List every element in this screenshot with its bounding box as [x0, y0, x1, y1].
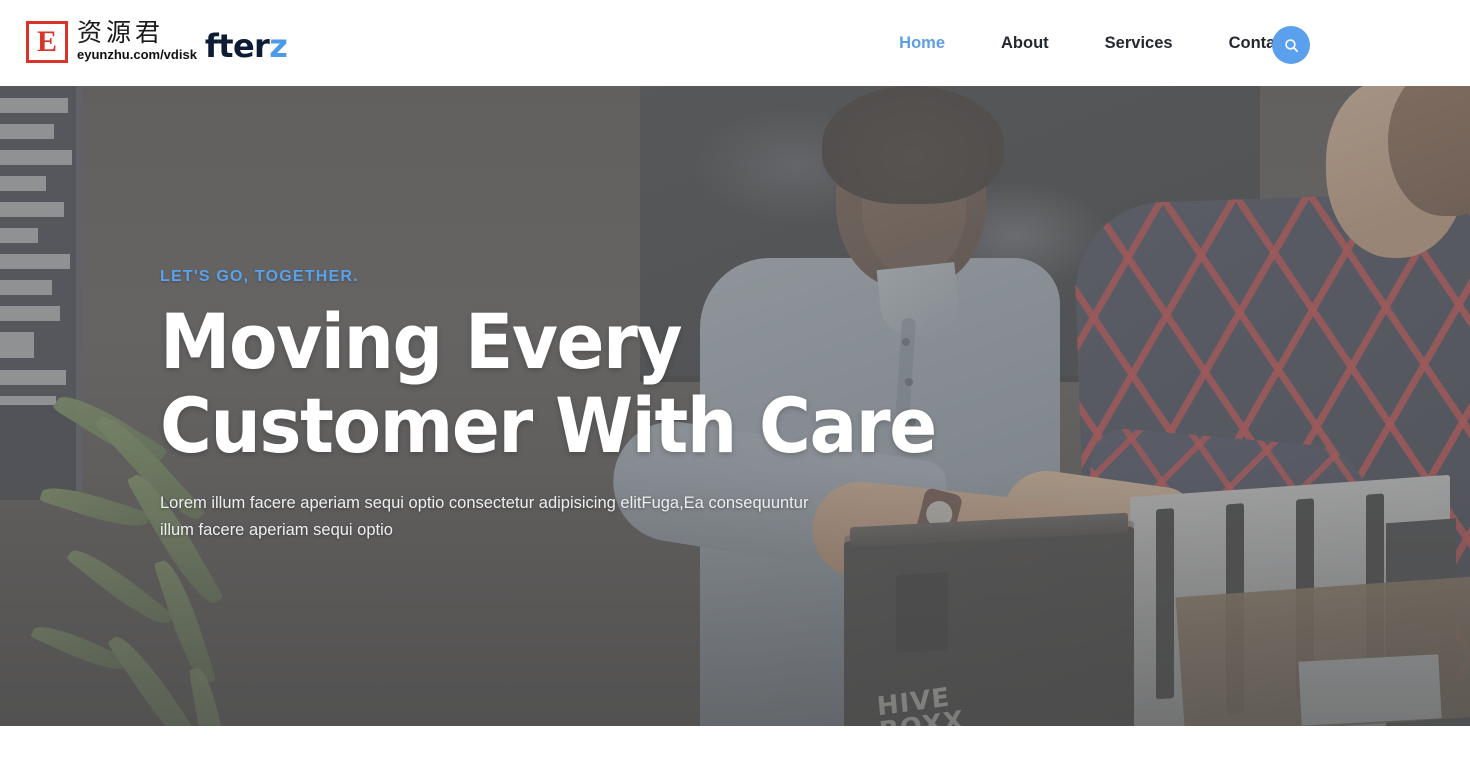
site-logo[interactable]: fterz	[204, 26, 288, 65]
nav-item-about[interactable]: About	[973, 34, 1077, 53]
watermark-logo: E 资源君 eyunzhu.com/vdisk	[26, 19, 197, 69]
hero-headline-line-1: Moving Every	[160, 297, 683, 386]
search-button[interactable]	[1272, 26, 1310, 64]
hero-eyebrow: LET'S GO, TOGETHER.	[160, 268, 359, 285]
logo-main-text: fter	[204, 26, 270, 65]
watermark-badge-letter: E	[36, 25, 57, 58]
watermark-text: 资源君 eyunzhu.com/vdisk	[77, 19, 197, 63]
hero-banner: HIVE BOXX LET'S GO, TOGETHER. Moving Eve…	[0, 86, 1470, 726]
hero-content: LET'S GO, TOGETHER. Moving Every Custome…	[160, 268, 937, 544]
nav-item-home[interactable]: Home	[871, 34, 973, 53]
main-navigation: Home About Services Contact	[871, 0, 1318, 86]
watermark-chinese-label: 资源君	[77, 18, 165, 47]
page-body-below-hero	[0, 726, 1470, 780]
nav-item-services[interactable]: Services	[1077, 34, 1201, 53]
search-icon	[1284, 38, 1298, 52]
logo-accent-text: z	[269, 26, 288, 65]
site-header: E 资源君 eyunzhu.com/vdisk fterz Home About…	[0, 0, 1470, 86]
watermark-badge-icon: E	[26, 21, 68, 63]
watermark-url-label: eyunzhu.com/vdisk	[77, 47, 197, 62]
brand-zone: E 资源君 eyunzhu.com/vdisk fterz	[26, 17, 288, 71]
hero-headline-line-2: Customer With Care	[160, 381, 937, 470]
page-root: E 资源君 eyunzhu.com/vdisk fterz Home About…	[0, 0, 1470, 780]
hero-description: Lorem illum facere aperiam sequi optio c…	[160, 494, 809, 539]
